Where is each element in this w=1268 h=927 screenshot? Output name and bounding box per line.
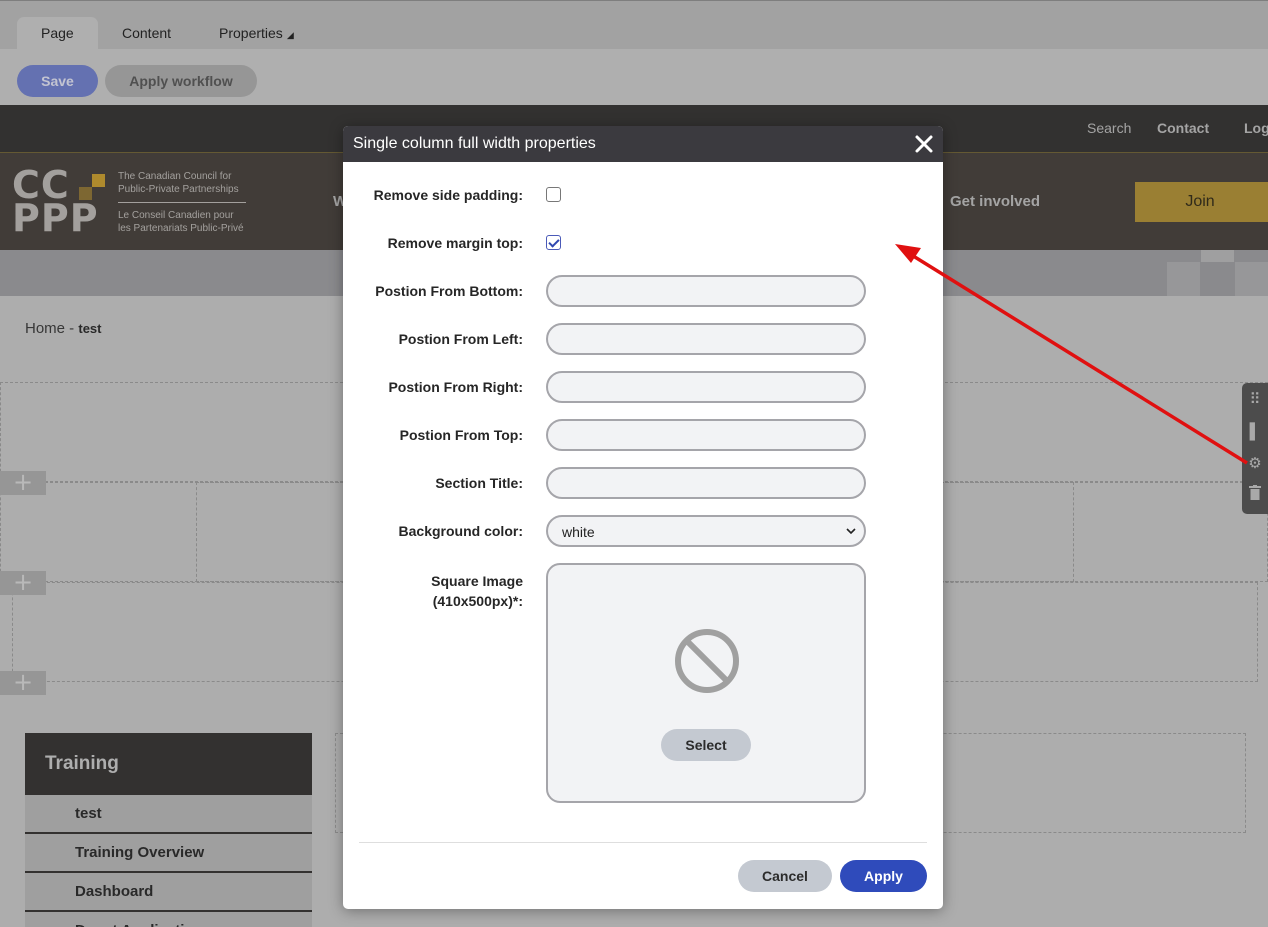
background-color-value: white: [562, 524, 595, 540]
square-image-label-line2: (410x500px)*:: [432, 593, 523, 609]
remove-side-padding-label: Remove side padding:: [373, 187, 523, 203]
position-top-input[interactable]: [546, 419, 866, 451]
cancel-button[interactable]: Cancel: [738, 860, 832, 892]
properties-dialog: Single column full width properties Remo…: [343, 126, 943, 909]
close-button[interactable]: [913, 126, 935, 162]
position-left-input[interactable]: [546, 323, 866, 355]
background-color-select[interactable]: white: [546, 515, 866, 547]
section-title-input[interactable]: [546, 467, 866, 499]
position-top-label: Postion From Top:: [399, 427, 523, 443]
dialog-divider: [359, 842, 927, 843]
section-title-label: Section Title:: [435, 475, 523, 491]
no-image-icon: [675, 629, 739, 693]
position-right-label: Postion From Right:: [388, 379, 523, 395]
square-image-label-line1: Square Image: [431, 573, 523, 589]
apply-button[interactable]: Apply: [840, 860, 927, 892]
remove-margin-top-checkbox[interactable]: [546, 235, 561, 250]
dialog-header: Single column full width properties: [343, 126, 943, 162]
position-bottom-label: Postion From Bottom:: [375, 283, 523, 299]
close-icon: [915, 135, 933, 153]
remove-margin-top-label: Remove margin top:: [387, 235, 523, 251]
select-image-button[interactable]: Select: [661, 729, 751, 761]
remove-side-padding-checkbox[interactable]: [546, 187, 561, 202]
chevron-down-icon: [846, 528, 856, 535]
square-image-label: Square Image (410x500px)*:: [343, 571, 523, 611]
dialog-title: Single column full width properties: [353, 135, 596, 152]
background-color-label: Background color:: [398, 523, 523, 539]
position-left-label: Postion From Left:: [398, 331, 523, 347]
position-right-input[interactable]: [546, 371, 866, 403]
square-image-picker[interactable]: Select: [546, 563, 866, 803]
position-bottom-input[interactable]: [546, 275, 866, 307]
